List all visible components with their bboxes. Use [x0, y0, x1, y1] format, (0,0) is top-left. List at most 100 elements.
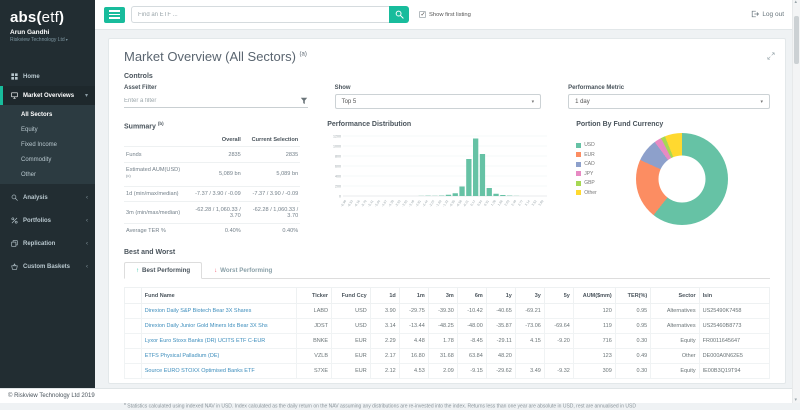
histogram-x-label: -4.67 [381, 199, 389, 207]
legend-swatch [576, 190, 581, 195]
histogram-x-label: 1.66 [497, 199, 504, 207]
return-cell: 63.84 [457, 349, 486, 364]
bw-table-head: Fund NameTickerFund Ccy1d1m3m6m1y3y5yAUM… [125, 288, 770, 304]
vertical-scrollbar[interactable] [792, 0, 800, 403]
asset-filter-input[interactable] [124, 98, 300, 104]
fund-name-link[interactable]: Direxion Daily Junior Gold Miners Idx Be… [145, 323, 268, 329]
legend-item-eur: EUR [576, 152, 616, 158]
histogram-x-label: -3.18 [408, 199, 416, 207]
return-cell: -69.64 [544, 319, 573, 334]
histogram-svg: 020040060080010001200-6.90-6.53-6.16-5.7… [327, 133, 549, 221]
return-cell: 2.12 [370, 364, 399, 379]
performance-metric-select[interactable]: 1 day [568, 94, 770, 109]
sidebar-item-market-overviews[interactable]: Market Overviews▾ [0, 86, 95, 105]
return-cell: -29.11 [486, 334, 515, 349]
histogram-x-label: 2.03 [504, 199, 511, 207]
sidebar-subitem-equity[interactable]: Equity [0, 122, 95, 137]
svg-text:400: 400 [335, 174, 341, 178]
sidebar-item-label: Analysis [23, 195, 82, 201]
fund-name-link[interactable]: Lyxor Euro Stoxx Banks (DR) UCITS ETF C-… [145, 338, 266, 344]
ticker-cell: S7XE [296, 364, 331, 379]
legend-swatch [576, 171, 581, 176]
expand-icon[interactable] [767, 47, 775, 65]
return-cell: -39.30 [428, 304, 457, 319]
isin-cell: FR0011645647 [699, 334, 769, 349]
sidebar-item-label: Home [23, 74, 84, 80]
histogram-x-label: -6.53 [347, 199, 355, 207]
fund-currency-donut-chart [636, 133, 728, 225]
fund-name-link[interactable]: Direxion Daily S&P Biotech Bear 3X Share… [145, 308, 252, 314]
show-first-listing-checkbox[interactable]: Show first listing [419, 11, 471, 18]
sidebar-subitem-other[interactable]: Other [0, 167, 95, 182]
histogram-x-label: -0.58 [456, 199, 464, 207]
funnel-icon [300, 92, 308, 110]
sidebar-item-label: Portfolios [23, 218, 82, 224]
return-cell: -69.21 [515, 304, 544, 319]
sidebar-item-replication[interactable]: Replication‹ [0, 234, 95, 253]
show-select[interactable]: Top 5 [335, 94, 542, 109]
sidebar-subitem-fixed-income[interactable]: Fixed Income [0, 137, 95, 152]
search-input[interactable] [131, 6, 389, 23]
return-cell: 2.17 [370, 349, 399, 364]
return-cell: 2.29 [370, 334, 399, 349]
aum-cell: 123 [573, 349, 615, 364]
summary-current-value: 0.40% [243, 223, 300, 238]
histogram-bar [494, 194, 499, 196]
user-org-dropdown[interactable]: Riskview Technology Ltd [10, 37, 85, 43]
topbar: Show first listing Log out [95, 0, 800, 30]
search-button[interactable] [389, 6, 409, 23]
trend-down-icon: ↓ [214, 268, 217, 274]
donut-hole [659, 156, 706, 203]
tab-best-performing[interactable]: ↑Best Performing [124, 262, 202, 279]
hamburger-menu-button[interactable] [104, 7, 125, 23]
tab-worst-performing[interactable]: ↓Worst Performing [202, 262, 284, 279]
histogram-x-label: 0.91 [483, 199, 490, 207]
isin-cell: DE000A0N62E5 [699, 349, 769, 364]
fund-currency-section: Portion By Fund Currency USDEURCADJPYGBP… [576, 121, 770, 238]
bw-col-1d: 1d [370, 288, 399, 304]
summary-overall-value: 5,089 bn [186, 162, 243, 186]
sidebar-item-custom-baskets[interactable]: Custom Baskets ‹ [0, 257, 95, 276]
return-cell: 3.49 [515, 364, 544, 379]
sidebar-subitem-commodity[interactable]: Commodity [0, 152, 95, 167]
scrollbar-thumb[interactable] [794, 16, 799, 64]
controls-section: Controls Asset Filter Show Top 5 Perform… [124, 73, 770, 109]
app-logo: abs(etf) [0, 0, 95, 29]
return-cell: 4.53 [399, 364, 428, 379]
sector-cell: Other [651, 349, 699, 364]
sidebar-subitem-all-sectors[interactable]: All Sectors [0, 107, 95, 122]
magnifier-icon [395, 7, 404, 22]
fund-name-link[interactable]: ETFS Physical Palladium (DE) [145, 353, 220, 359]
aum-cell: 120 [573, 304, 615, 319]
basket-icon [11, 263, 19, 270]
sidebar-item-label: Market Overviews [23, 93, 81, 99]
sidebar-item-label: Custom Baskets [23, 264, 82, 270]
return-cell: 48.20 [486, 349, 515, 364]
return-cell [515, 349, 544, 364]
search-icon [11, 194, 19, 201]
bw-col-ter-: TER(%) [615, 288, 650, 304]
histogram-x-label: -1.32 [442, 199, 450, 207]
fund-name-link[interactable]: Source EURO STOXX Optimised Banks ETF [145, 368, 255, 374]
bw-table-body: Direxion Daily S&P Biotech Bear 3X Share… [125, 304, 770, 379]
performance-metric-value: 1 day [575, 99, 590, 105]
summary-current-value: 5,089 bn [243, 162, 300, 186]
fund-currency-heading: Portion By Fund Currency [576, 121, 770, 128]
chevron-left-icon: ‹ [86, 264, 88, 270]
histogram-x-label: 3.14 [524, 199, 531, 207]
chevron-left-icon: ‹ [86, 195, 88, 201]
best-and-worst-heading: Best and Worst [124, 249, 770, 256]
sidebar-item-home[interactable]: Home [0, 67, 95, 86]
histogram-x-label: -3.55 [401, 199, 409, 207]
logout-button[interactable]: Log out [751, 10, 784, 20]
sidebar-item-analysis[interactable]: Analysis ‹ [0, 188, 95, 207]
return-cell: -9.15 [457, 364, 486, 379]
sidebar-item-portfolios[interactable]: Portfolios‹ [0, 211, 95, 230]
summary-row-1d-min-max-median-: 1d (min/max/median)-7.37 / 3.90 / -0.09-… [124, 186, 300, 201]
legend-swatch [576, 162, 581, 167]
return-cell: 1.78 [428, 334, 457, 349]
summary-overall-value: 2835 [186, 147, 243, 162]
fund-ccy-cell: USD [332, 319, 371, 334]
sector-cell: Alternatives [651, 319, 699, 334]
tab-label: Worst Performing [220, 267, 272, 274]
